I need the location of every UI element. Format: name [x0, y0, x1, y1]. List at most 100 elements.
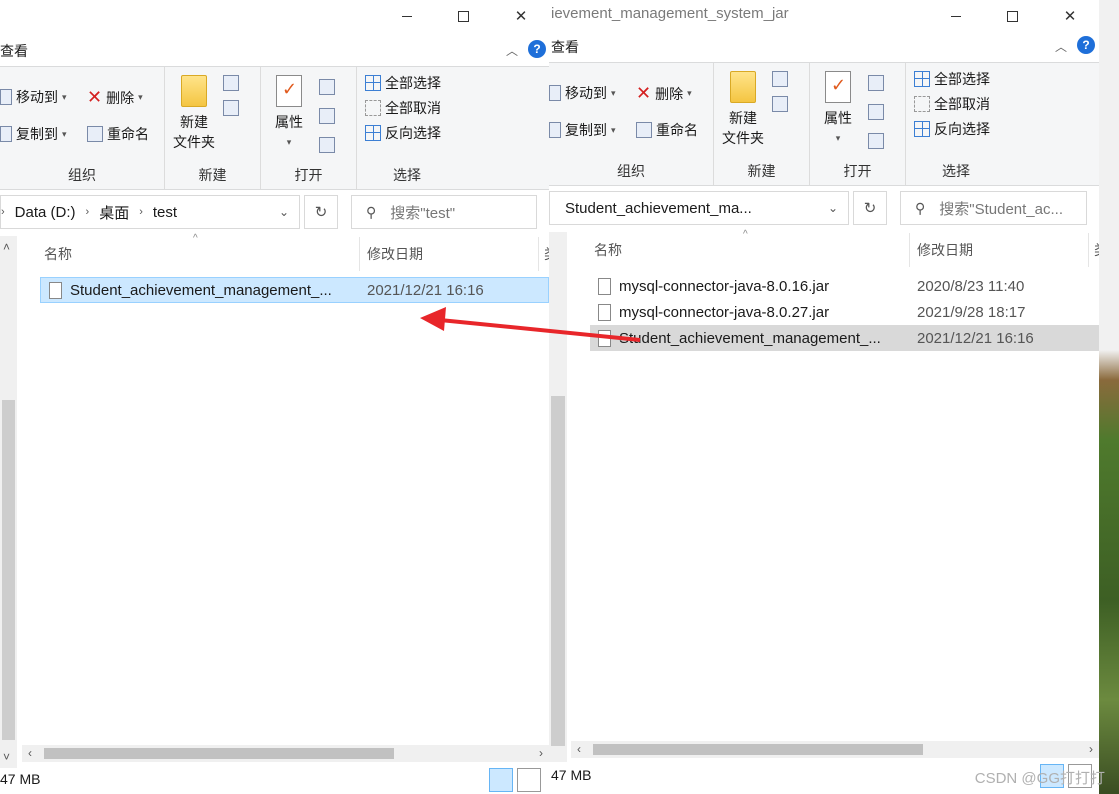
- delete-button[interactable]: ✕ 删除 ▾: [636, 83, 692, 104]
- history-icon[interactable]: [868, 133, 884, 149]
- file-row[interactable]: Student_achievement_management_... 2021/…: [590, 325, 1099, 351]
- column-divider[interactable]: [909, 233, 910, 267]
- file-icon: [598, 303, 611, 321]
- scroll-right-icon[interactable]: ›: [539, 746, 543, 760]
- edit-icon[interactable]: [319, 108, 335, 124]
- scroll-down-icon[interactable]: ˅: [3, 750, 10, 764]
- scroll-thumb[interactable]: [44, 748, 394, 759]
- scroll-thumb[interactable]: [551, 396, 565, 746]
- select-all-button[interactable]: 全部选择: [365, 73, 441, 93]
- address-bar[interactable]: › Data (D:) › 桌面 › test ⌄: [0, 195, 300, 229]
- open-icon[interactable]: [868, 75, 884, 91]
- help-icon[interactable]: ?: [528, 40, 546, 58]
- file-name: mysql-connector-java-8.0.16.jar: [619, 277, 830, 295]
- horizontal-scrollbar[interactable]: ‹ ›: [571, 741, 1099, 758]
- horizontal-scrollbar[interactable]: ‹ ›: [22, 745, 549, 762]
- select-none-icon: [914, 96, 930, 112]
- nav-pane-scrollbar[interactable]: ˄ ˅: [0, 236, 17, 768]
- scroll-left-icon[interactable]: ‹: [28, 746, 32, 760]
- close-button[interactable]: ✕: [1047, 0, 1093, 32]
- scroll-left-icon[interactable]: ‹: [577, 742, 581, 756]
- file-row[interactable]: Student_achievement_management_... 2021/…: [40, 277, 549, 303]
- history-icon[interactable]: [319, 137, 335, 153]
- new-item-icon[interactable]: [223, 75, 239, 91]
- easy-access-icon[interactable]: [772, 96, 788, 112]
- folder-icon: [181, 75, 207, 107]
- scroll-thumb[interactable]: [593, 744, 923, 755]
- select-all-button[interactable]: 全部选择: [914, 69, 990, 89]
- new-folder-button[interactable]: 新建 文件夹: [171, 75, 217, 152]
- search-input[interactable]: ⚲ 搜索"test": [351, 195, 537, 229]
- properties-button[interactable]: 属性 ▾: [271, 75, 307, 152]
- column-header-name[interactable]: 名称: [594, 233, 622, 267]
- scroll-right-icon[interactable]: ›: [1089, 742, 1093, 756]
- chevron-down-icon[interactable]: ⌄: [279, 205, 289, 219]
- collapse-ribbon-icon[interactable]: ︿: [1055, 38, 1067, 55]
- rename-button[interactable]: 重命名: [636, 120, 698, 140]
- column-header-type[interactable]: 类: [544, 237, 549, 271]
- copy-to-button[interactable]: 复制到 ▾: [549, 120, 616, 140]
- breadcrumb-item[interactable]: Data (D:): [15, 204, 76, 221]
- select-none-button[interactable]: 全部取消: [914, 94, 990, 114]
- file-row[interactable]: mysql-connector-java-8.0.16.jar 2020/8/2…: [590, 273, 1099, 299]
- column-header-modified[interactable]: 修改日期: [917, 233, 973, 267]
- column-divider[interactable]: [359, 237, 360, 271]
- ribbon-group-open: 属性 ▾ 打开: [261, 67, 357, 189]
- breadcrumb-item[interactable]: test: [153, 204, 177, 221]
- details-view-button[interactable]: [489, 768, 513, 792]
- delete-button[interactable]: ✕ 删除 ▾: [87, 87, 143, 108]
- select-none-label: 全部取消: [385, 100, 441, 116]
- help-icon[interactable]: ?: [1077, 36, 1095, 54]
- close-button[interactable]: ✕: [498, 0, 544, 32]
- collapse-ribbon-icon[interactable]: ︿: [506, 42, 518, 59]
- status-size: 47 MB: [551, 767, 592, 783]
- invert-selection-button[interactable]: 反向选择: [914, 119, 990, 139]
- nav-pane-scrollbar[interactable]: [549, 232, 567, 762]
- scroll-thumb[interactable]: [2, 400, 15, 740]
- delete-label: 删除: [655, 85, 684, 102]
- address-bar[interactable]: Student_achievement_ma... ⌄: [549, 191, 849, 225]
- group-label-select: 选择: [942, 163, 970, 179]
- ribbon-group-open: 属性 ▾ 打开: [810, 63, 906, 185]
- column-header-modified[interactable]: 修改日期: [367, 237, 423, 271]
- scroll-up-icon[interactable]: ˄: [3, 240, 10, 254]
- dropdown-arrow-icon: ▾: [611, 124, 616, 135]
- edit-icon[interactable]: [868, 104, 884, 120]
- large-icons-view-button[interactable]: [517, 768, 541, 792]
- move-to-label: 移动到: [565, 85, 607, 101]
- search-placeholder: 搜索"Student_ac...: [939, 200, 1063, 218]
- select-none-label: 全部取消: [934, 96, 990, 112]
- refresh-button[interactable]: ↻: [853, 191, 887, 225]
- refresh-button[interactable]: ↻: [304, 195, 338, 229]
- minimize-button[interactable]: [384, 0, 430, 32]
- easy-access-icon[interactable]: [223, 100, 239, 116]
- maximize-button[interactable]: [989, 0, 1035, 32]
- minimize-button[interactable]: [933, 0, 979, 32]
- invert-selection-button[interactable]: 反向选择: [365, 123, 441, 143]
- ribbon-group-select: 全部选择 全部取消 反向选择 选择: [357, 67, 457, 189]
- chevron-down-icon[interactable]: ⌄: [828, 201, 838, 215]
- tab-view[interactable]: 查看: [551, 37, 579, 57]
- column-header-type[interactable]: 类: [1094, 233, 1099, 267]
- window-title: ievement_management_system_jar: [551, 5, 789, 22]
- open-icon[interactable]: [319, 79, 335, 95]
- move-to-button[interactable]: 移动到 ▾: [0, 87, 67, 107]
- maximize-button[interactable]: [440, 0, 486, 32]
- select-none-button[interactable]: 全部取消: [365, 98, 441, 118]
- breadcrumb-item[interactable]: Student_achievement_ma...: [565, 200, 752, 217]
- breadcrumb-item[interactable]: 桌面: [99, 202, 129, 223]
- file-row[interactable]: mysql-connector-java-8.0.27.jar 2021/9/2…: [590, 299, 1099, 325]
- column-divider[interactable]: [1088, 233, 1089, 267]
- rename-button[interactable]: 重命名: [87, 124, 149, 144]
- column-header-name[interactable]: 名称: [44, 237, 72, 271]
- new-folder-button[interactable]: 新建 文件夹: [720, 71, 766, 148]
- tab-view[interactable]: 查看: [0, 41, 28, 61]
- new-item-icon[interactable]: [772, 71, 788, 87]
- group-label-organize: 组织: [68, 167, 96, 183]
- copy-to-button[interactable]: 复制到 ▾: [0, 124, 67, 144]
- column-divider[interactable]: [538, 237, 539, 271]
- file-icon: [598, 329, 611, 347]
- properties-button[interactable]: 属性 ▾: [820, 71, 856, 148]
- search-input[interactable]: ⚲ 搜索"Student_ac...: [900, 191, 1087, 225]
- move-to-button[interactable]: 移动到 ▾: [549, 83, 616, 103]
